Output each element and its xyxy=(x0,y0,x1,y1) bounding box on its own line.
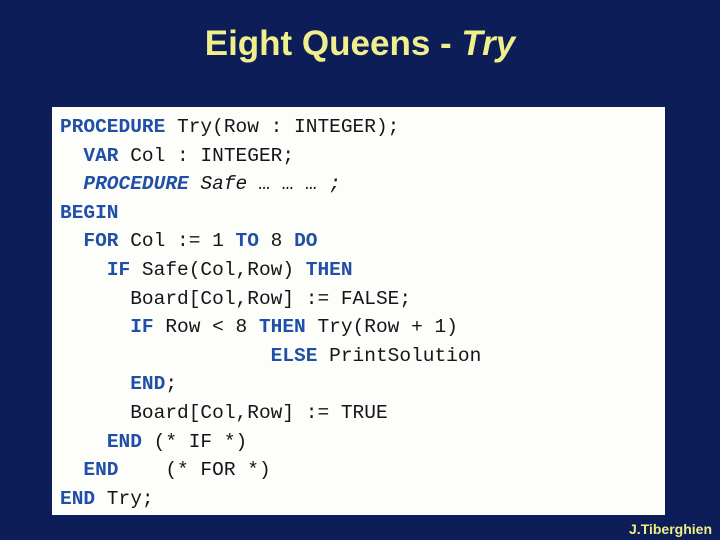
code-line: PROCEDURE Try(Row : INTEGER); xyxy=(60,113,481,142)
code-keyword: ELSE xyxy=(270,344,318,367)
code-text: Board[Col,Row] := TRUE xyxy=(130,401,388,424)
code-text: Board[Col,Row] := FALSE; xyxy=(130,287,412,310)
code-line: IF Row < 8 THEN Try(Row + 1) xyxy=(60,313,481,342)
code-line: END; xyxy=(60,370,481,399)
code-keyword: END xyxy=(60,487,96,510)
code-keyword: THEN xyxy=(258,316,306,339)
code-text: Try; xyxy=(95,487,154,510)
code-line: FOR Col := 1 TO 8 DO xyxy=(60,227,481,256)
page-title: Eight Queens - Try xyxy=(0,22,720,66)
code-text: Safe(Col,Row) xyxy=(130,258,306,281)
code-keyword: FOR xyxy=(83,230,119,253)
code-keyword: END xyxy=(83,459,119,482)
code-line: PROCEDURE Safe … … … ; xyxy=(60,170,481,199)
code-keyword: END xyxy=(130,373,166,396)
code-keyword: BEGIN xyxy=(60,201,119,224)
code-keyword: END xyxy=(106,430,142,453)
code-text: Col := 1 xyxy=(118,230,236,253)
code-line: VAR Col : INTEGER; xyxy=(60,142,481,171)
code-line: END (* IF *) xyxy=(60,428,481,457)
page-title-emphasis: Try xyxy=(461,24,516,63)
code-line: IF Safe(Col,Row) THEN xyxy=(60,256,481,285)
author-credit: J.Tiberghien xyxy=(629,521,712,537)
code-line: ELSE PrintSolution xyxy=(60,342,482,371)
code-keyword: DO xyxy=(294,230,318,253)
code-keyword: PROCEDURE xyxy=(60,116,166,138)
code-text: (* FOR *) xyxy=(118,459,271,482)
code-text: Col : INTEGER; xyxy=(118,144,295,167)
code-text: Safe … … … ; xyxy=(188,173,341,196)
code-text: (* IF *) xyxy=(141,430,248,453)
code-keyword: IF xyxy=(130,316,154,339)
code-text: PrintSolution xyxy=(317,344,482,367)
code-line: END (* FOR *) xyxy=(60,456,481,485)
code-listing: PROCEDURE Try(Row : INTEGER); VAR Col : … xyxy=(60,113,481,513)
code-text: Try(Row : INTEGER); xyxy=(165,116,400,138)
code-keyword: IF xyxy=(106,258,131,281)
code-line: Board[Col,Row] := FALSE; xyxy=(60,285,481,314)
code-line: END Try; xyxy=(60,485,481,514)
code-line: Board[Col,Row] := TRUE xyxy=(60,399,481,428)
page-title-main: Eight Queens - xyxy=(204,24,462,63)
code-text: 8 xyxy=(258,230,295,253)
code-text: Row < 8 xyxy=(153,316,259,339)
code-keyword: TO xyxy=(235,230,259,253)
code-keyword: THEN xyxy=(305,258,353,281)
code-line: BEGIN xyxy=(60,199,481,228)
code-text: Try(Row + 1) xyxy=(305,316,458,339)
code-panel: PROCEDURE Try(Row : INTEGER); VAR Col : … xyxy=(52,107,665,515)
code-keyword: PROCEDURE xyxy=(83,173,189,196)
code-text: ; xyxy=(165,373,178,396)
code-keyword: VAR xyxy=(83,144,119,167)
